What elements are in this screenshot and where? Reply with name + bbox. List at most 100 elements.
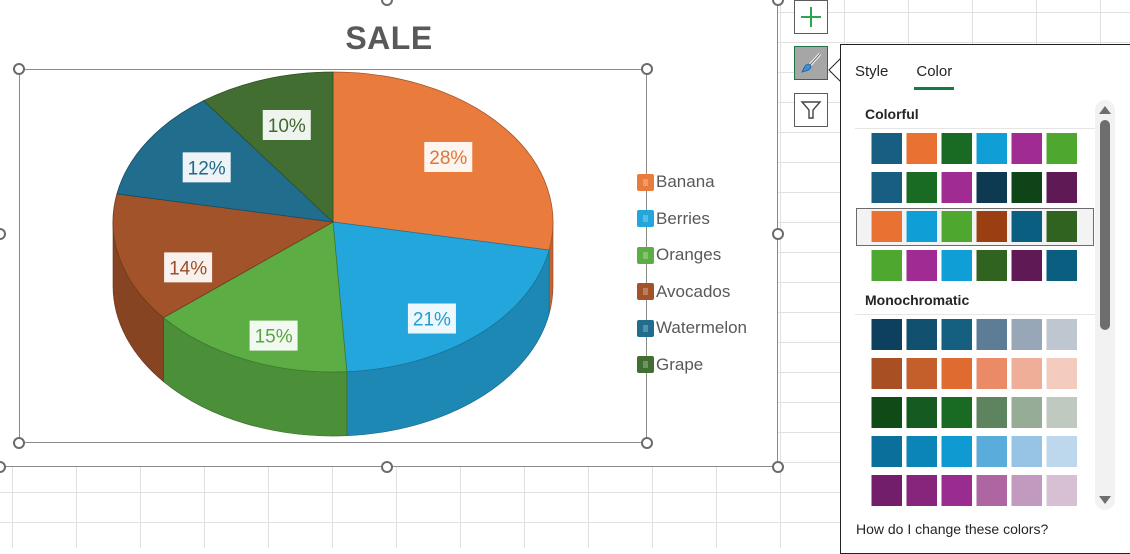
color-swatch <box>1011 172 1042 203</box>
color-swatch <box>871 358 902 389</box>
color-swatch <box>941 475 972 506</box>
chart-styles-panel: Style Color Colorful Monochromatic How d… <box>840 44 1130 554</box>
plot-handle-bottom-left[interactable] <box>13 437 25 449</box>
color-palette-row[interactable] <box>871 358 1077 389</box>
data-label[interactable]: 28% <box>424 141 473 172</box>
resize-handle-bottom[interactable] <box>381 461 393 473</box>
chart-area[interactable]: SALE 28% 21% 15% 14% 12% 10% Banana Berries Ora… <box>0 0 778 467</box>
color-swatch <box>1046 475 1077 506</box>
color-swatch <box>976 133 1007 164</box>
color-swatch <box>976 397 1007 428</box>
color-palette-row[interactable] <box>871 436 1077 467</box>
color-swatch <box>941 211 972 242</box>
color-swatch <box>1046 250 1077 281</box>
color-palette-row[interactable] <box>871 397 1077 428</box>
color-palette-row[interactable] <box>871 133 1077 164</box>
legend-swatch <box>637 246 654 264</box>
resize-handle-bottom-right[interactable] <box>772 461 784 473</box>
filter-icon <box>800 101 822 119</box>
color-swatch <box>906 475 937 506</box>
legend-swatch <box>637 173 654 191</box>
section-monochromatic-title: Monochromatic <box>865 292 970 308</box>
plot-handle-bottom-right[interactable] <box>641 437 653 449</box>
chart-legend[interactable]: Banana Berries Oranges Avocados Watermelon Gr… <box>637 164 747 383</box>
legend-label: Oranges <box>656 245 722 265</box>
color-palette-row[interactable] <box>871 172 1077 203</box>
chart-styles-button[interactable] <box>794 46 828 80</box>
tab-color[interactable]: Color <box>914 63 955 90</box>
legend-label: Watermelon <box>656 318 748 338</box>
color-swatch <box>1046 172 1077 203</box>
color-swatch <box>1011 397 1042 428</box>
color-swatch <box>1046 211 1077 242</box>
color-swatch <box>1011 319 1042 350</box>
color-swatch <box>871 475 902 506</box>
data-label[interactable]: 12% <box>182 152 231 183</box>
resize-handle-right[interactable] <box>772 228 784 240</box>
brush-icon <box>801 52 822 73</box>
legend-item[interactable]: Banana <box>637 164 747 201</box>
data-label-text: 14% <box>169 258 207 279</box>
color-swatch <box>906 133 937 164</box>
color-swatch <box>976 358 1007 389</box>
color-swatch <box>871 397 902 428</box>
color-swatch <box>1046 133 1077 164</box>
color-swatch <box>976 250 1007 281</box>
color-swatch <box>1011 475 1042 506</box>
color-swatch <box>941 397 972 428</box>
color-swatch <box>906 172 937 203</box>
data-label-text: 21% <box>413 310 451 331</box>
color-swatch <box>871 172 902 203</box>
divider <box>855 128 1095 129</box>
color-palette-row[interactable] <box>871 211 1077 242</box>
legend-label: Banana <box>656 172 715 192</box>
legend-item[interactable]: Watermelon <box>637 310 747 347</box>
color-swatch <box>1046 397 1077 428</box>
chart-filters-button[interactable] <box>794 93 828 127</box>
plot-handle-top-right[interactable] <box>641 63 653 75</box>
color-swatch <box>941 436 972 467</box>
color-swatch <box>976 436 1007 467</box>
divider <box>855 314 1095 315</box>
color-swatch <box>1011 133 1042 164</box>
color-swatch <box>976 319 1007 350</box>
data-label[interactable]: 21% <box>407 303 456 334</box>
color-swatch <box>871 436 902 467</box>
color-swatch <box>906 358 937 389</box>
color-swatch <box>1011 211 1042 242</box>
plot-handle-top-left[interactable] <box>13 63 25 75</box>
color-swatch <box>906 211 937 242</box>
legend-swatch <box>637 210 654 228</box>
legend-swatch <box>637 356 654 374</box>
color-swatch <box>1011 250 1042 281</box>
color-swatch <box>871 250 902 281</box>
color-swatch <box>871 211 902 242</box>
color-swatch <box>1011 436 1042 467</box>
data-label[interactable]: 14% <box>164 252 213 283</box>
legend-label: Avocados <box>656 281 731 301</box>
color-palette-row[interactable] <box>871 475 1077 506</box>
color-swatch <box>1046 319 1077 350</box>
panel-scrollbar[interactable] <box>1095 100 1115 510</box>
color-palette-row[interactable] <box>871 319 1077 350</box>
data-label[interactable]: 10% <box>262 109 311 140</box>
color-swatch <box>906 319 937 350</box>
scroll-thumb[interactable] <box>1100 120 1110 330</box>
scroll-up-arrow-icon[interactable] <box>1099 106 1111 114</box>
legend-label: Berries <box>656 208 710 228</box>
color-swatch <box>941 358 972 389</box>
legend-item[interactable]: Avocados <box>637 274 747 311</box>
data-label[interactable]: 15% <box>249 320 298 351</box>
scroll-down-arrow-icon[interactable] <box>1099 496 1111 504</box>
chart-elements-button[interactable] <box>794 0 828 34</box>
tab-style[interactable]: Style <box>855 63 888 90</box>
legend-item[interactable]: Grape <box>637 347 747 384</box>
legend-item[interactable]: Berries <box>637 201 747 238</box>
legend-item[interactable]: Oranges <box>637 237 747 274</box>
color-palette-row[interactable] <box>871 250 1077 281</box>
plus-icon <box>801 7 821 27</box>
color-swatch <box>1046 436 1077 467</box>
color-swatch <box>976 172 1007 203</box>
color-swatch <box>1046 358 1077 389</box>
help-link[interactable]: How do I change these colors? <box>856 521 1048 537</box>
